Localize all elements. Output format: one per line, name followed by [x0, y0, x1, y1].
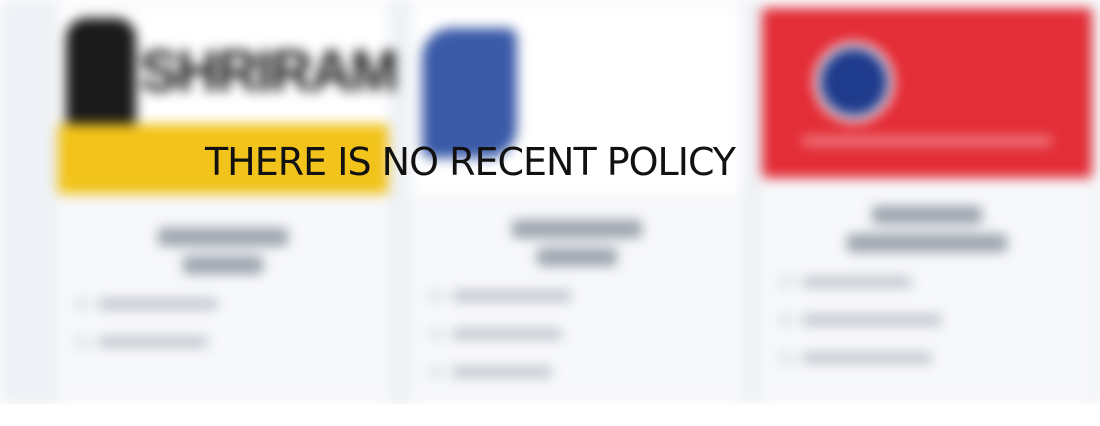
policy-screen: SHRIRAM THERE IS NO RECENT POLICY — [0, 0, 1100, 426]
bullet-icon — [780, 276, 792, 288]
list-item-placeholder — [98, 336, 208, 348]
list-item — [430, 364, 742, 380]
list-item-placeholder — [98, 298, 218, 310]
blurred-policy-cards-background: SHRIRAM — [0, 0, 1100, 404]
premium-amount-placeholder — [537, 248, 617, 266]
bullet-icon — [780, 352, 792, 364]
insurer-card-kotak — [762, 0, 1092, 404]
list-item — [780, 312, 1092, 328]
list-item — [780, 350, 1092, 366]
manipal-logo-text-placeholder — [522, 60, 529, 91]
shriram-logo-text: SHRIRAM — [140, 39, 399, 104]
kotak-logo-text-placeholder — [910, 56, 918, 90]
list-item-placeholder — [802, 276, 912, 288]
bullet-icon — [76, 298, 88, 310]
list-item — [76, 296, 388, 312]
list-item-placeholder — [452, 290, 572, 302]
card-body — [762, 196, 1092, 366]
list-item-placeholder — [802, 352, 932, 364]
bullet-icon — [430, 366, 442, 378]
list-item — [780, 274, 1092, 290]
bullet-icon — [780, 314, 792, 326]
bottom-strip — [0, 404, 1100, 426]
no-recent-policy-message: THERE IS NO RECENT POLICY — [204, 140, 736, 184]
bullet-icon — [430, 290, 442, 302]
list-item — [76, 334, 388, 350]
card-body — [58, 218, 388, 350]
premium-placeholder — [872, 206, 982, 224]
premium-amount-placeholder — [847, 234, 1007, 252]
bullet-icon — [430, 328, 442, 340]
insurer-card-manipal — [412, 0, 742, 404]
list-item-placeholder — [452, 328, 562, 340]
manipal-logo-subtext-placeholder — [524, 96, 528, 112]
card-body — [412, 210, 742, 380]
list-item — [430, 326, 742, 342]
premium-placeholder — [512, 220, 642, 238]
premium-amount-placeholder — [183, 256, 263, 274]
kotak-logo-subtext-placeholder — [910, 96, 914, 111]
premium-placeholder — [158, 228, 288, 246]
kotak-logo-mark-icon — [814, 42, 894, 122]
bullet-icon — [76, 336, 88, 348]
list-item-placeholder — [802, 314, 942, 326]
list-item — [430, 288, 742, 304]
list-item-placeholder — [452, 366, 552, 378]
insurer-card-shriram: SHRIRAM — [58, 0, 399, 404]
